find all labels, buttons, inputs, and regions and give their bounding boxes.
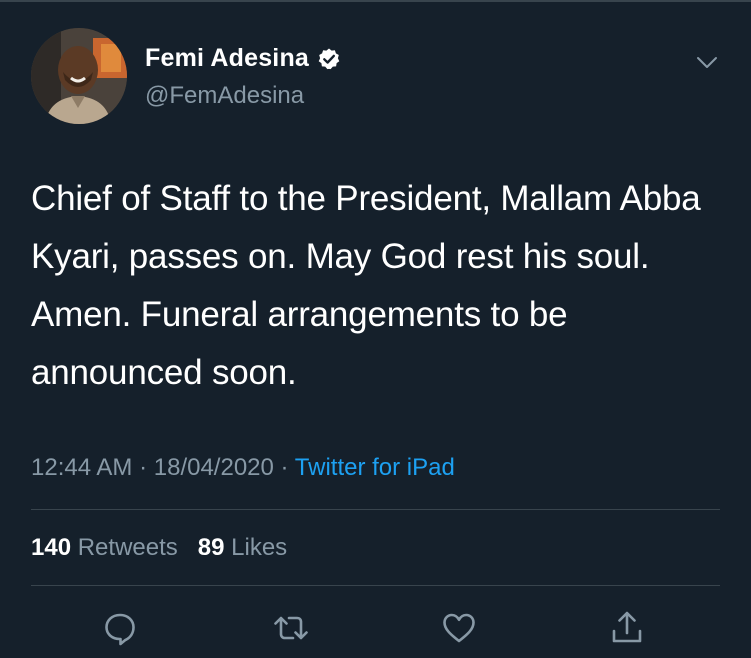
heart-icon bbox=[443, 613, 475, 643]
share-icon bbox=[612, 611, 642, 643]
retweet-icon bbox=[274, 616, 308, 640]
author-name-row: Femi Adesina bbox=[145, 44, 341, 73]
meta-separator: · bbox=[139, 454, 148, 481]
likes-label: Likes bbox=[231, 534, 288, 561]
tweet-date: 18/04/2020 bbox=[153, 454, 274, 481]
meta-separator: · bbox=[280, 454, 289, 481]
divider bbox=[31, 585, 720, 586]
reply-icon bbox=[105, 613, 135, 646]
divider bbox=[31, 509, 720, 510]
avatar-image bbox=[31, 28, 127, 124]
tweet-stats: 140 Retweets 89 Likes bbox=[31, 534, 287, 562]
like-button[interactable] bbox=[437, 606, 481, 650]
tweet-meta: 12:44 AM · 18/04/2020 · Twitter for iPad bbox=[31, 454, 455, 482]
avatar[interactable] bbox=[31, 28, 127, 124]
retweets-stat[interactable]: 140 Retweets bbox=[31, 534, 178, 561]
retweets-label: Retweets bbox=[77, 534, 178, 561]
retweet-count: 140 bbox=[31, 534, 72, 561]
author-handle[interactable]: @FemAdesina bbox=[145, 82, 304, 110]
like-count: 89 bbox=[197, 534, 225, 561]
tweet-time: 12:44 AM bbox=[31, 454, 133, 481]
tweet-source-link[interactable]: Twitter for iPad bbox=[295, 454, 455, 481]
tweet-detail: Femi Adesina @FemAdesina Chief of Staff … bbox=[0, 0, 751, 658]
retweet-button[interactable] bbox=[269, 606, 313, 650]
action-bar bbox=[0, 606, 751, 650]
reply-button[interactable] bbox=[98, 606, 142, 650]
share-button[interactable] bbox=[605, 606, 649, 650]
likes-stat[interactable]: 89 Likes bbox=[198, 534, 287, 561]
tweet-text: Chief of Staff to the President, Mallam … bbox=[31, 179, 701, 392]
more-options-button[interactable] bbox=[693, 48, 721, 76]
verified-badge-icon bbox=[318, 48, 340, 69]
chevron-down-icon bbox=[697, 57, 717, 68]
author-display-name[interactable]: Femi Adesina bbox=[145, 44, 309, 73]
